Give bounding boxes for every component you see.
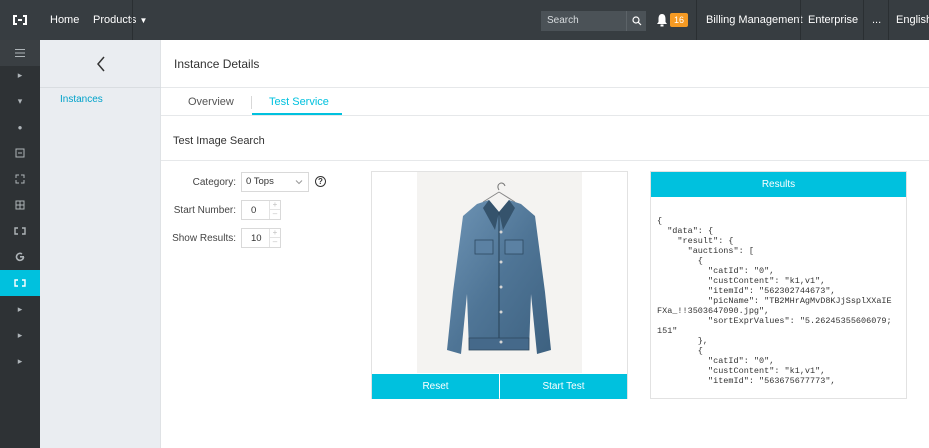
decrement-button[interactable]: – [270, 238, 280, 247]
notification-badge: 16 [670, 13, 689, 27]
search-icon [631, 16, 641, 26]
sidebar-item-grid[interactable] [0, 192, 40, 218]
start-number-label: Start Number: [173, 205, 236, 216]
hamburger-icon [15, 49, 25, 57]
caret-down-icon: ▼ [139, 16, 148, 25]
image-preview-panel: Reset Start Test [371, 171, 628, 399]
icon-sidebar: ▸ ▾ ● ▸ ▸ ▸ [0, 40, 40, 448]
back-button[interactable] [40, 40, 161, 88]
results-title: Results [651, 172, 906, 197]
category-select[interactable]: 0 Tops [241, 172, 309, 192]
decrement-button[interactable]: – [270, 210, 280, 219]
section-title: Test Image Search [173, 135, 265, 147]
show-results-value: 10 [251, 233, 262, 244]
tab-overview[interactable]: Overview [188, 96, 234, 108]
circle-icon: ● [17, 122, 23, 132]
results-panel: Results { "data": { "result": { "auction… [650, 171, 907, 399]
sidebar-item-server[interactable] [0, 140, 40, 166]
tab-divider [251, 96, 252, 109]
product-image[interactable] [417, 172, 582, 373]
main-content: Instance Details Overview Test Service T… [161, 40, 929, 448]
sidebar-expand-3[interactable]: ▸ [0, 322, 40, 348]
category-value: 0 Tops [246, 176, 274, 187]
show-results-stepper[interactable]: 10 + – [241, 228, 281, 248]
bracket-icon [14, 227, 26, 235]
help-icon[interactable]: ? [315, 176, 326, 187]
billing-management-link[interactable]: Billing Management [706, 0, 803, 40]
caret-right-icon: ▸ [17, 329, 23, 340]
refresh-icon [15, 252, 25, 262]
show-results-label: Show Results: [172, 233, 236, 244]
sidebar-collapse-1[interactable]: ▾ [0, 88, 40, 114]
search-input[interactable]: Search [541, 11, 626, 31]
home-link[interactable]: Home [50, 0, 79, 40]
sidebar-item-bracket[interactable] [0, 218, 40, 244]
chevron-down-icon [295, 180, 303, 185]
sidebar-item-instances[interactable]: Instances [60, 94, 103, 105]
sidebar-expand-1[interactable]: ▸ [0, 62, 40, 88]
sidebar-item-refresh[interactable] [0, 244, 40, 270]
divider [863, 0, 864, 40]
server-icon [15, 148, 25, 158]
caret-right-icon: ▸ [17, 355, 23, 366]
products-menu[interactable]: Products ▼ [93, 0, 147, 40]
secondary-sidebar: Instances [40, 40, 161, 448]
search-button[interactable] [626, 11, 646, 31]
bracket-icon [14, 279, 26, 287]
language-selector[interactable]: English [896, 0, 929, 40]
chevron-left-icon [96, 56, 105, 71]
sidebar-expand-2[interactable]: ▸ [0, 296, 40, 322]
tab-test-service[interactable]: Test Service [269, 96, 329, 108]
start-number-stepper[interactable]: 0 + – [241, 200, 281, 220]
top-navbar: Home Products ▼ Search 16 Billing Manage… [0, 0, 929, 40]
divider [161, 160, 929, 161]
page-title: Instance Details [174, 57, 260, 71]
divider [800, 0, 801, 40]
breadcrumb: Instance Details [161, 40, 929, 88]
caret-down-icon: ▾ [17, 95, 23, 106]
sidebar-expand-4[interactable]: ▸ [0, 348, 40, 374]
more-menu[interactable]: ... [872, 0, 881, 40]
category-label: Category: [192, 177, 236, 188]
scan-icon [15, 174, 25, 184]
sidebar-item-dot[interactable]: ● [0, 114, 40, 140]
stepper-buttons: + – [269, 201, 280, 219]
console-logo[interactable] [0, 0, 40, 40]
sidebar-item-image-search[interactable] [0, 270, 40, 296]
active-tab-indicator [252, 113, 342, 115]
products-label: Products [93, 14, 137, 26]
grid-icon [15, 200, 25, 210]
denim-jacket-image [447, 182, 551, 354]
tab-bar: Overview Test Service [161, 88, 929, 116]
enterprise-link[interactable]: Enterprise [808, 0, 858, 40]
divider [888, 0, 889, 40]
results-json: { "data": { "result": { "auctions": [ { … [657, 216, 892, 386]
stepper-buttons: + – [269, 229, 280, 247]
caret-right-icon: ▸ [17, 303, 23, 314]
sidebar-item-scan[interactable] [0, 166, 40, 192]
start-test-button[interactable]: Start Test [500, 374, 627, 399]
caret-right-icon: ▸ [17, 69, 23, 80]
bell-icon[interactable] [656, 13, 668, 27]
divider [696, 0, 697, 40]
logo-icon [13, 15, 27, 25]
start-number-value: 0 [251, 205, 257, 216]
reset-button[interactable]: Reset [372, 374, 499, 399]
image-actions: Reset Start Test [372, 374, 627, 399]
divider [132, 0, 133, 40]
